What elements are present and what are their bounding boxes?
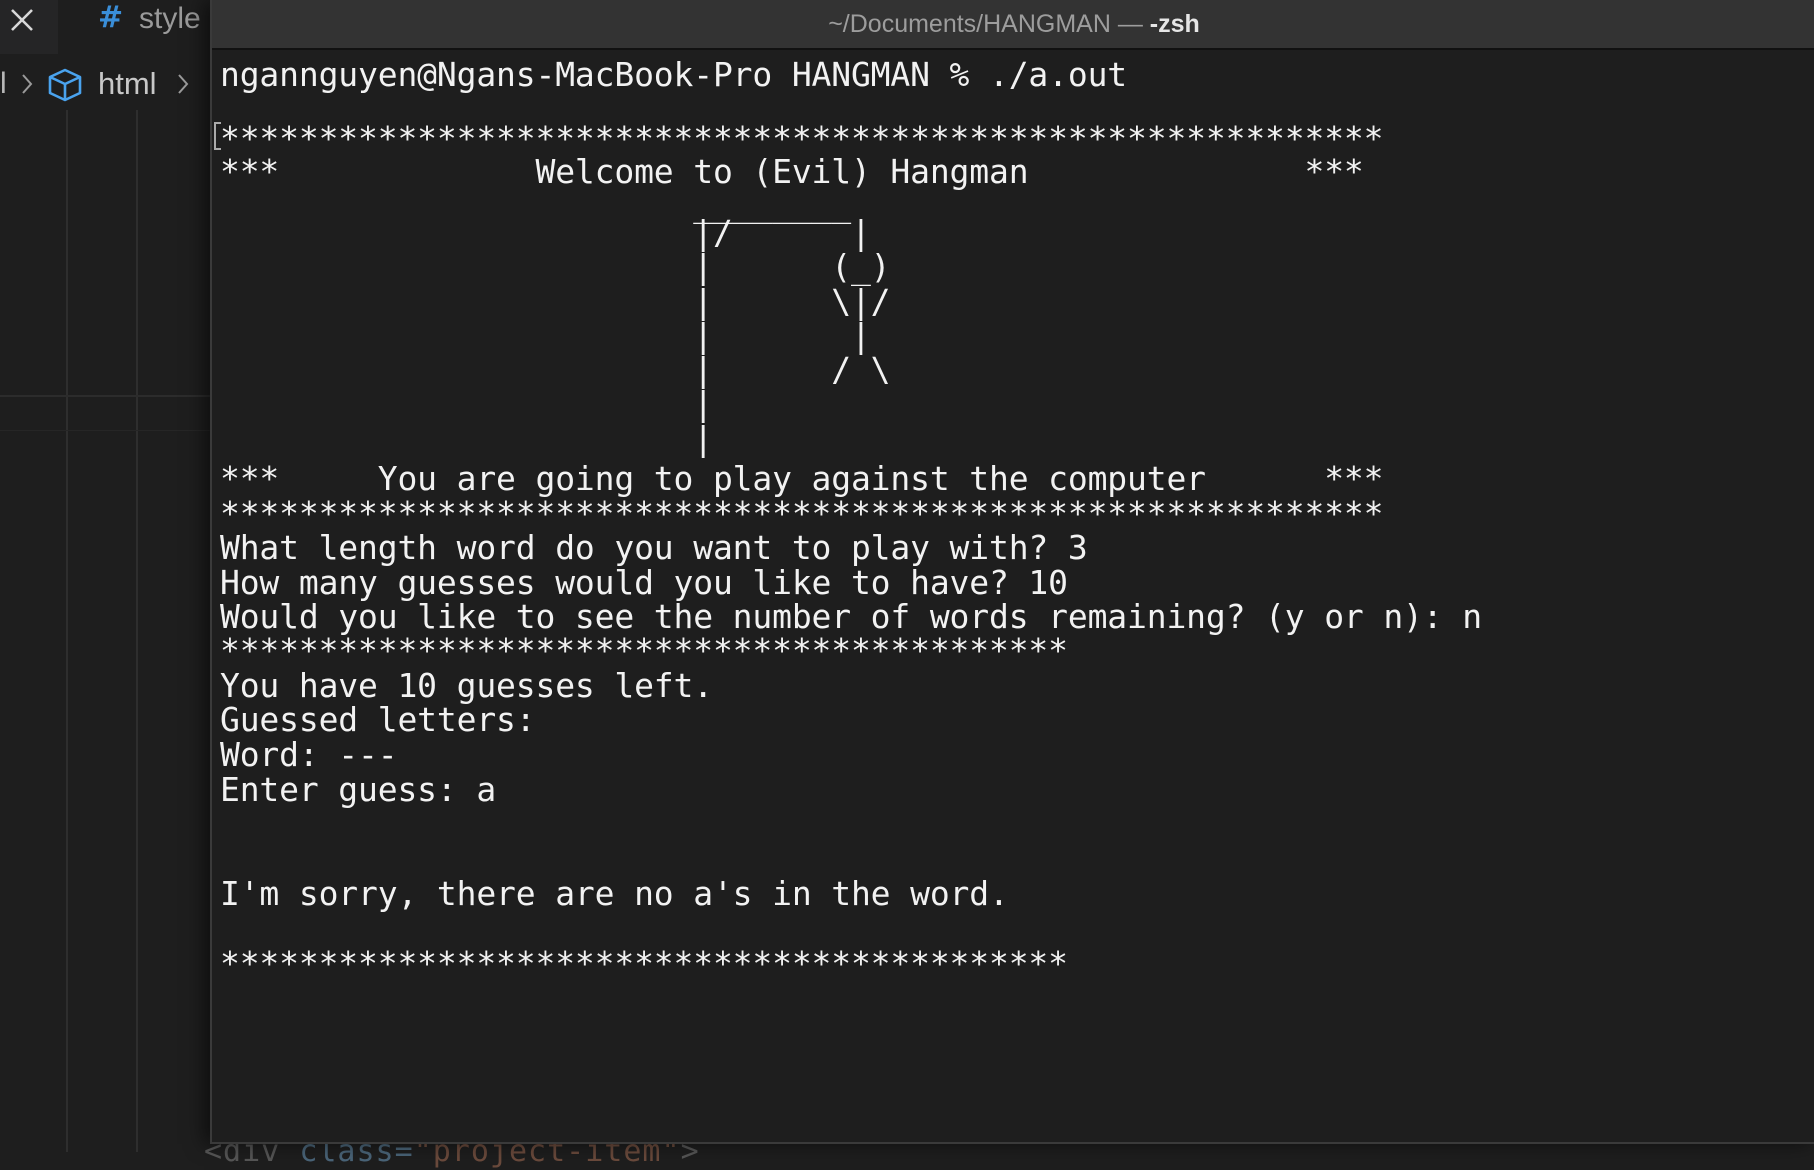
editor-tab-bar: # style — [0, 0, 230, 54]
terminal-line: ****************************************… — [220, 631, 1068, 670]
breadcrumb-item-previous[interactable]: l — [0, 64, 7, 104]
divider — [0, 430, 210, 431]
terminal-title-path: ~/Documents/HANGMAN — — [828, 10, 1150, 38]
terminal-window[interactable]: ~/Documents/HANGMAN — -zsh ngannguyen@Ng… — [210, 0, 1814, 1144]
chevron-right-icon — [178, 74, 189, 94]
chevron-right-icon — [22, 74, 33, 94]
terminal-output[interactable]: ngannguyen@Ngans-MacBook-Pro HANGMAN % .… — [212, 50, 1814, 1142]
indent-guide — [136, 110, 138, 1152]
breadcrumb: l html — [0, 60, 230, 110]
breadcrumb-item-html[interactable]: html — [98, 64, 157, 104]
terminal-line: | — [220, 419, 713, 458]
terminal-line: I'm sorry, there are no a's in the word. — [220, 874, 1009, 913]
terminal-line: What length word do you want to play wit… — [220, 528, 1088, 567]
tab-label: style — [139, 2, 201, 35]
terminal-line: Word: --- — [220, 735, 398, 774]
terminal-title: ~/Documents/HANGMAN — -zsh — [212, 0, 1814, 48]
terminal-title-shell: -zsh — [1149, 10, 1200, 38]
terminal-line: | — [220, 384, 713, 423]
terminal-line: *** You are going to play against the co… — [220, 459, 1384, 498]
terminal-line: Guessed letters: — [220, 700, 536, 739]
line-highlight — [0, 395, 210, 397]
terminal-line: ngannguyen@Ngans-MacBook-Pro HANGMAN % .… — [220, 55, 1128, 94]
terminal-titlebar[interactable]: ~/Documents/HANGMAN — -zsh — [212, 0, 1814, 50]
hash-icon: # — [98, 0, 124, 35]
terminal-line: ****************************************… — [220, 944, 1068, 983]
terminal-line: Enter guess: a — [220, 770, 497, 809]
close-icon[interactable] — [4, 2, 40, 38]
terminal-line: | (_) — [220, 247, 891, 286]
indent-guide — [66, 110, 68, 1152]
cube-icon — [48, 68, 82, 102]
